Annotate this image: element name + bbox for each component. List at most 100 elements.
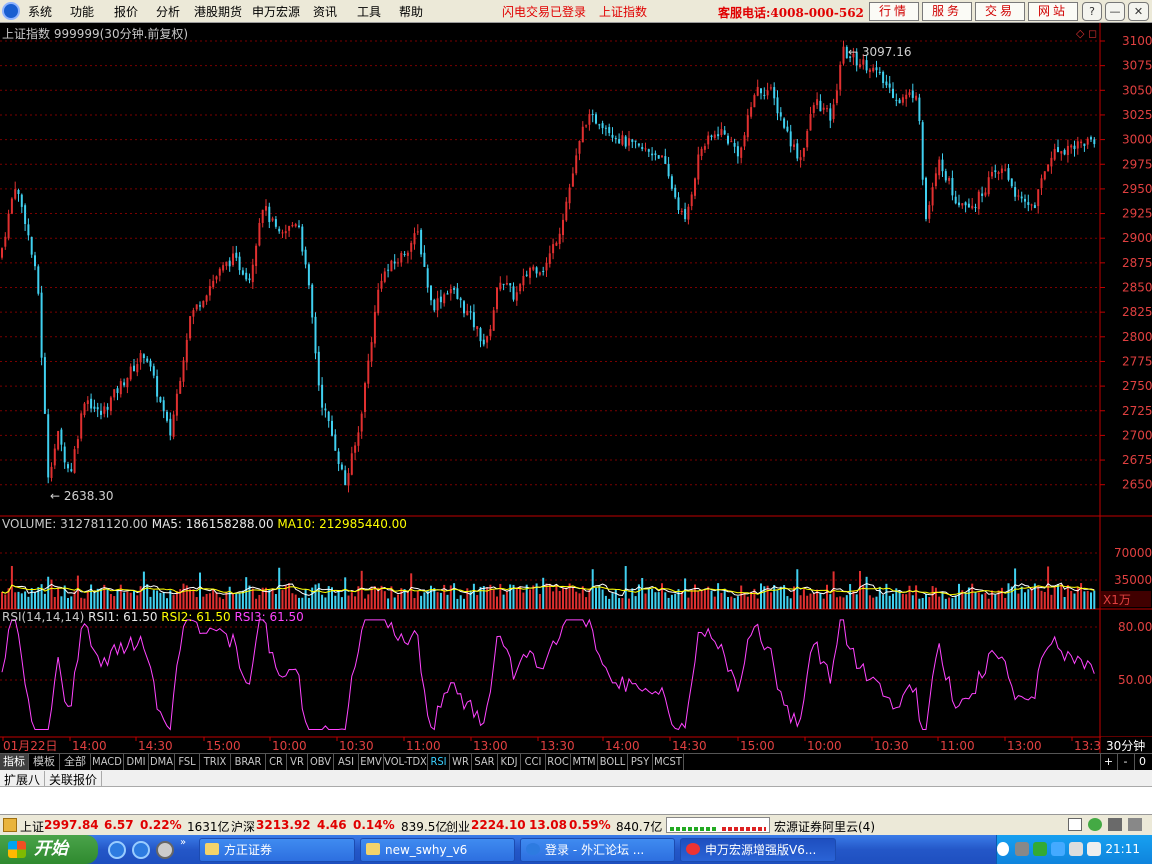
menu-tools[interactable]: 工具	[357, 3, 381, 20]
tab-mtm[interactable]: MTM	[571, 754, 598, 770]
volume-bar	[324, 597, 327, 609]
tab-brar[interactable]: BRAR	[231, 754, 266, 770]
volume-bar	[83, 598, 86, 609]
close-icon[interactable]: ✕	[1128, 2, 1149, 21]
candle-body	[60, 429, 63, 445]
chart-area[interactable]: 3100 3075 3050 3025 3000 2975 2950 2925 2900 2875…	[0, 23, 1152, 753]
nav-button-website[interactable]: 网站	[1028, 2, 1078, 21]
tab-vol-tdx[interactable]: VOL-TDX	[384, 754, 428, 770]
volume-bar	[578, 593, 581, 609]
help-icon[interactable]: ?	[1082, 2, 1102, 21]
volume-bar	[855, 594, 858, 609]
ie2-icon[interactable]	[132, 841, 150, 859]
index-link[interactable]: 上证指数	[599, 3, 647, 20]
candle-body	[63, 446, 66, 463]
tab-dmi[interactable]: DMI	[124, 754, 149, 770]
tab-dma[interactable]: DMA	[149, 754, 175, 770]
wifi-icon[interactable]	[1088, 818, 1102, 831]
zoom-out-button[interactable]: -	[1117, 754, 1133, 770]
tab-kdj[interactable]: KDJ	[498, 754, 521, 770]
tab--[interactable]: 指标	[0, 754, 29, 770]
tab-asi[interactable]: ASI	[334, 754, 359, 770]
candle-body	[529, 267, 531, 278]
volume-bar	[624, 566, 627, 609]
ie-icon[interactable]	[108, 841, 126, 859]
zoom-in-button[interactable]: +	[1100, 754, 1116, 770]
task-new-swhy[interactable]: new_swhy_v6	[360, 838, 515, 862]
candle-body	[499, 282, 502, 290]
volume-bar	[690, 590, 693, 609]
nav-button-market[interactable]: 行情	[869, 2, 919, 21]
tray-icon-3[interactable]	[1051, 842, 1065, 856]
menu-hk-futures[interactable]: 港股期货	[194, 3, 242, 20]
tab-obv[interactable]: OBV	[308, 754, 334, 770]
tab-roc[interactable]: ROC	[546, 754, 571, 770]
candle-body	[443, 294, 446, 304]
tray-icon-1[interactable]	[1015, 842, 1029, 856]
candle-body	[1024, 198, 1026, 202]
tray-app-icon[interactable]	[1128, 818, 1142, 831]
tab-ext8[interactable]: 扩展八	[0, 771, 46, 788]
tab-psy[interactable]: PSY	[628, 754, 653, 770]
clock-app-icon[interactable]	[156, 841, 174, 859]
nav-button-trade[interactable]: 交易	[975, 2, 1025, 21]
menu-function[interactable]: 功能	[70, 3, 94, 20]
menu-news[interactable]: 资讯	[313, 3, 337, 20]
volume-bar	[911, 595, 914, 609]
collapse-icon[interactable]	[997, 842, 1009, 856]
server-name[interactable]: 宏源证券阿里云(4)	[774, 818, 875, 835]
tab-rsi[interactable]: RSI	[428, 754, 450, 770]
tab-cci[interactable]: CCI	[521, 754, 546, 770]
tab-macd[interactable]: MACD	[91, 754, 124, 770]
tab-mcst[interactable]: MCST	[653, 754, 684, 770]
tab-cr[interactable]: CR	[266, 754, 287, 770]
screen-icon[interactable]	[1068, 818, 1082, 831]
login-status[interactable]: 闪电交易已登录	[502, 3, 586, 20]
candle-body	[1033, 205, 1036, 209]
menu-analysis[interactable]: 分析	[156, 3, 180, 20]
volume-icon[interactable]	[1087, 842, 1101, 856]
tab--[interactable]: 模板	[29, 754, 60, 770]
volume-bar	[713, 596, 716, 609]
task-forum[interactable]: 登录 - 外汇论坛 ...	[520, 838, 675, 862]
lock2-icon[interactable]	[1108, 818, 1122, 831]
volume-bar	[723, 588, 726, 609]
candle-body	[944, 171, 947, 181]
chevron-icon[interactable]: »	[180, 837, 190, 855]
tab-fsl[interactable]: FSL	[175, 754, 200, 770]
volume-bar	[700, 589, 703, 609]
menu-quote[interactable]: 报价	[114, 3, 138, 20]
nav-button-service[interactable]: 服务	[922, 2, 972, 21]
tray-icon-4[interactable]	[1069, 842, 1083, 856]
tray-icon-2[interactable]	[1033, 842, 1047, 856]
task-fangzheng[interactable]: 方正证券	[199, 838, 355, 862]
candle-body	[568, 187, 571, 204]
candle-body	[703, 146, 706, 150]
start-button[interactable]: 开始	[0, 835, 98, 864]
tab--[interactable]: 全部	[60, 754, 91, 770]
tab-related-quote[interactable]: 关联报价	[45, 771, 103, 788]
volume-bar	[459, 595, 462, 609]
tab-sar[interactable]: SAR	[472, 754, 498, 770]
candle-body	[27, 224, 30, 236]
candle-body	[720, 129, 723, 136]
menu-swhy[interactable]: 申万宏源	[252, 3, 300, 20]
tab-vr[interactable]: VR	[287, 754, 308, 770]
volume-bar	[340, 597, 343, 609]
candle-body	[271, 218, 274, 221]
tab-emv[interactable]: EMV	[359, 754, 384, 770]
minimize-icon[interactable]: —	[1105, 2, 1125, 21]
candle-body	[123, 382, 126, 386]
tab-boll[interactable]: BOLL	[598, 754, 628, 770]
menu-system[interactable]: 系统	[28, 3, 52, 20]
tab-wr[interactable]: WR	[450, 754, 472, 770]
candle-body	[684, 209, 687, 220]
candle-body	[1, 248, 3, 258]
volume-bar	[1083, 591, 1086, 609]
tab-trix[interactable]: TRIX	[200, 754, 231, 770]
candle-body	[1004, 169, 1007, 171]
price-axis-label: 3100	[1122, 34, 1152, 48]
menu-help[interactable]: 帮助	[399, 3, 423, 20]
task-swhy-v6[interactable]: 申万宏源增强版V6...	[680, 838, 836, 862]
reset-button[interactable]: 0	[1134, 754, 1150, 770]
